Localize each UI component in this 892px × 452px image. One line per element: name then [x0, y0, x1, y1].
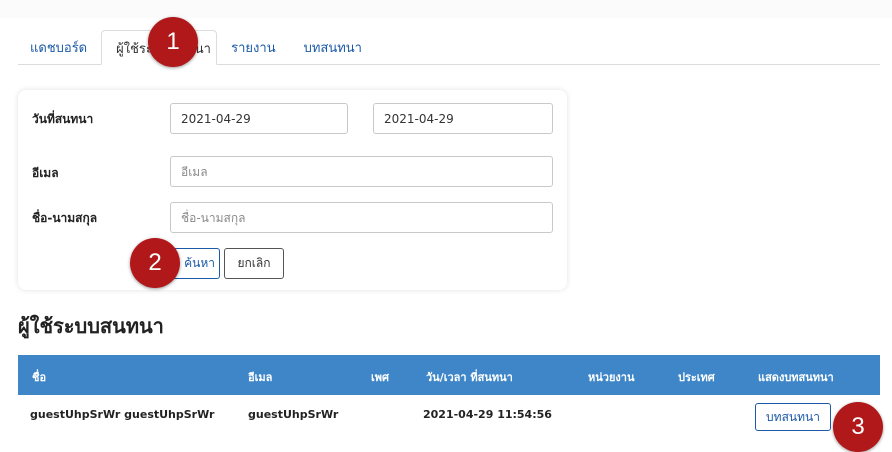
- header-department: หน่วยงาน: [588, 371, 635, 384]
- cell-name: guestUhpSrWr guestUhpSrWr: [30, 408, 215, 421]
- tab-dashboard[interactable]: แดชบอร์ด: [18, 30, 101, 64]
- email-input[interactable]: [170, 156, 553, 187]
- annotation-badge-3: 3: [833, 402, 883, 452]
- filter-card: วันที่สนทนา อีเมล ชื่อ-นามสกุล ค้นหา ยกเ…: [18, 90, 567, 290]
- cell-datetime: 2021-04-29 11:54:56: [423, 408, 552, 421]
- cancel-button[interactable]: ยกเลิก: [224, 248, 284, 279]
- annotation-badge-2: 2: [130, 238, 180, 288]
- header-show-chat: แสดงบทสนทนา: [758, 371, 834, 384]
- tab-conversations[interactable]: บทสนทนา: [290, 30, 376, 64]
- date-from-input[interactable]: [170, 103, 348, 134]
- header-gender: เพศ: [371, 371, 389, 384]
- top-bar: [0, 0, 892, 18]
- tab-reports[interactable]: รายงาน: [217, 30, 289, 64]
- cell-email: guestUhpSrWr: [248, 408, 339, 421]
- name-input[interactable]: [170, 202, 553, 233]
- view-conversation-button[interactable]: บทสนทนา: [755, 403, 831, 431]
- table-header: ชื่อ อีเมล เพศ วัน/เวลา ที่สนทนา หน่วยงา…: [18, 355, 880, 395]
- section-title: ผู้ใช้ระบบสนทนา: [18, 314, 164, 338]
- email-label: อีเมล: [32, 166, 59, 180]
- name-label: ชื่อ-นามสกุล: [32, 211, 98, 225]
- date-to-input[interactable]: [373, 103, 553, 134]
- tab-bar: แดชบอร์ด ผู้ใช้ระบบสนทนา รายงาน บทสนทนา: [18, 28, 880, 65]
- date-label: วันที่สนทนา: [32, 112, 94, 126]
- header-name: ชื่อ: [32, 371, 47, 384]
- table-row: guestUhpSrWr guestUhpSrWr guestUhpSrWr 2…: [18, 395, 880, 435]
- header-datetime: วัน/เวลา ที่สนทนา: [426, 371, 513, 384]
- header-country: ประเทศ: [678, 371, 715, 384]
- header-email: อีเมล: [248, 371, 273, 384]
- annotation-badge-1: 1: [148, 17, 198, 67]
